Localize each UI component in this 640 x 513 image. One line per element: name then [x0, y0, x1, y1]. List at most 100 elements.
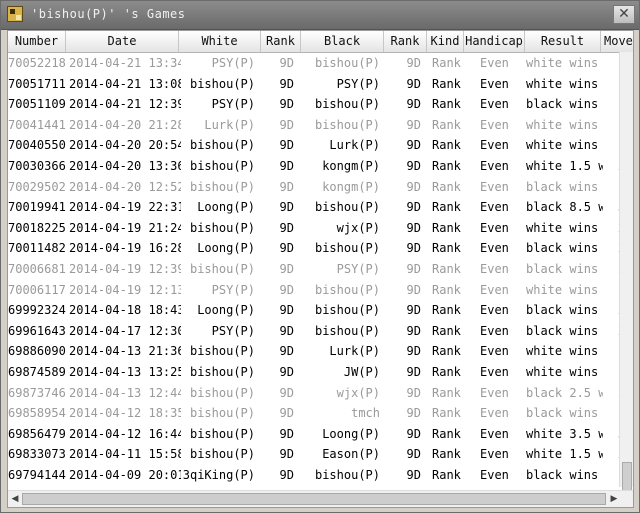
- cell-date: 2014-04-12 18:35: [69, 406, 181, 421]
- cell-white-rank: 9D: [279, 262, 294, 276]
- cell-white-rank: 9D: [279, 406, 294, 421]
- column-header-number[interactable]: Number: [8, 31, 66, 52]
- cell-number: 69833073: [8, 447, 66, 462]
- cell-number: 69992324: [8, 303, 66, 318]
- cell-date: 2014-04-20 21:28: [69, 117, 181, 132]
- cell-black-rank: 9D: [406, 344, 421, 359]
- cell-handicap: Even: [480, 117, 509, 132]
- cell-date: 2014-04-17 12:30: [69, 323, 181, 338]
- cell-kind: Rank: [432, 406, 461, 421]
- table-row[interactable]: 70051711 2014-04-21 13:08 bishou(P) 9D PSY(P…: [8, 74, 633, 95]
- column-header-kind[interactable]: Kind: [427, 31, 464, 52]
- cell-white: bishou(P): [189, 406, 255, 421]
- table-row[interactable]: 69858954 2014-04-12 18:35 bishou(P) 9D tmch 9…: [8, 403, 633, 424]
- cell-black: bishou(P): [314, 241, 380, 256]
- cell-result: white wins: [526, 117, 599, 132]
- cell-number: 70018225: [8, 220, 66, 235]
- cell-kind: Rank: [432, 117, 461, 132]
- cell-result: white wins: [526, 220, 599, 235]
- table-row[interactable]: 69992324 2014-04-18 18:43 Loong(P) 9D bishou…: [8, 300, 633, 321]
- table-row[interactable]: 70006117 2014-04-19 12:13 PSY(P) 9D bishou(P…: [8, 280, 633, 301]
- cell-white: PSY(P): [211, 282, 255, 297]
- scroll-right-arrow-icon[interactable]: ▶: [608, 493, 620, 505]
- column-header-handicap[interactable]: Handicap: [464, 31, 525, 52]
- cell-white: bishou(P): [189, 138, 255, 153]
- cell-white: bishou(P): [189, 344, 255, 359]
- table-row[interactable]: 70030366 2014-04-20 13:36 bishou(P) 9D kongm…: [8, 156, 633, 177]
- cell-black: JW(P): [343, 365, 380, 379]
- table-row[interactable]: 70052218 2014-04-21 13:34 PSY(P) 9D bishou(P…: [8, 53, 633, 74]
- scroll-left-arrow-icon[interactable]: ◀: [9, 493, 21, 505]
- horizontal-scroll-thumb[interactable]: [22, 493, 606, 505]
- column-header-black-rank[interactable]: Rank: [384, 31, 427, 52]
- cell-handicap: Even: [480, 97, 509, 112]
- title-bar[interactable]: 'bishou(P)' 's Games ✕: [1, 1, 639, 30]
- cell-black-rank: 9D: [406, 468, 421, 482]
- cell-number: 69858954: [8, 406, 66, 421]
- table-row[interactable]: 69856479 2014-04-12 16:44 bishou(P) 9D Loong…: [8, 424, 633, 445]
- table-row[interactable]: 70011482 2014-04-19 16:28 Loong(P) 9D bishou…: [8, 238, 633, 259]
- cell-handicap: Even: [480, 406, 509, 421]
- column-header-white[interactable]: White: [179, 31, 261, 52]
- cell-black-rank: 9D: [406, 76, 421, 91]
- cell-number: 70006681: [8, 262, 66, 276]
- table-row[interactable]: 69874589 2014-04-13 13:25 bishou(P) 9D JW(P)…: [8, 362, 633, 383]
- table-row[interactable]: 69794144 2014-04-09 20:01 3qiKing(P) 9D bish…: [8, 465, 633, 486]
- table-row[interactable]: 70018225 2014-04-19 21:24 bishou(P) 9D wjx(P…: [8, 218, 633, 239]
- cell-date: 2014-04-12 16:44: [69, 426, 181, 441]
- cell-white: 3qiKing(P): [182, 468, 255, 482]
- cell-date: 2014-04-19 21:24: [69, 220, 181, 235]
- cell-white-rank: 9D: [279, 344, 294, 359]
- cell-black-rank: 9D: [406, 385, 421, 400]
- cell-result: black wins: [526, 406, 599, 421]
- table-row[interactable]: 69961643 2014-04-17 12:30 PSY(P) 9D bishou(P…: [8, 321, 633, 342]
- column-header-result[interactable]: Result: [525, 31, 601, 52]
- cell-handicap: Even: [480, 385, 509, 400]
- cell-handicap: Even: [480, 241, 509, 256]
- table-row[interactable]: 70029502 2014-04-20 12:52 bishou(P) 9D kongm…: [8, 177, 633, 198]
- cell-black-rank: 9D: [406, 303, 421, 318]
- vertical-scrollbar[interactable]: [619, 52, 633, 502]
- table-row[interactable]: 69886090 2014-04-13 21:36 bishou(P) 9D Lurk(…: [8, 341, 633, 362]
- cell-white: Loong(P): [197, 303, 255, 318]
- cell-white-rank: 9D: [279, 97, 294, 112]
- table-row[interactable]: 69873746 2014-04-13 12:44 bishou(P) 9D wjx(P…: [8, 383, 633, 404]
- cell-white: bishou(P): [189, 179, 255, 194]
- cell-white-rank: 9D: [279, 200, 294, 215]
- cell-date: 2014-04-21 12:39: [69, 97, 181, 112]
- cell-handicap: Even: [480, 56, 509, 70]
- cell-white-rank: 9D: [279, 426, 294, 441]
- table-row[interactable]: 70041441 2014-04-20 21:28 Lurk(P) 9D bishou(…: [8, 115, 633, 136]
- table-row[interactable]: 69833073 2014-04-11 15:58 bishou(P) 9D Eason…: [8, 444, 633, 465]
- table-row[interactable]: 70019941 2014-04-19 22:31 Loong(P) 9D bishou…: [8, 197, 633, 218]
- column-header-white-rank[interactable]: Rank: [261, 31, 301, 52]
- cell-white: bishou(P): [189, 220, 255, 235]
- cell-date: 2014-04-19 12:39: [69, 262, 181, 276]
- column-header-date[interactable]: Date: [66, 31, 179, 52]
- cell-kind: Rank: [432, 220, 461, 235]
- cell-white-rank: 9D: [279, 117, 294, 132]
- cell-date: 2014-04-11 15:58: [69, 447, 181, 462]
- column-header-moves[interactable]: Moves: [601, 31, 633, 52]
- cell-kind: Rank: [432, 468, 461, 482]
- cell-black: bishou(P): [314, 323, 380, 338]
- table-row[interactable]: 70006681 2014-04-19 12:39 bishou(P) 9D PSY(P…: [8, 259, 633, 280]
- cell-black: PSY(P): [336, 262, 380, 276]
- column-header-black[interactable]: Black: [301, 31, 384, 52]
- cell-white-rank: 9D: [279, 365, 294, 379]
- cell-date: 2014-04-09 20:01: [69, 468, 181, 482]
- cell-result: black wins: [526, 323, 599, 338]
- cell-number: 70052218: [8, 56, 66, 70]
- cell-handicap: Even: [480, 282, 509, 297]
- cell-date: 2014-04-13 13:25: [69, 365, 181, 379]
- cell-result: black wins: [526, 97, 599, 112]
- table-row[interactable]: 70051109 2014-04-21 12:39 PSY(P) 9D bishou(P…: [8, 94, 633, 115]
- cell-black: bishou(P): [314, 200, 380, 215]
- table-row[interactable]: 70040550 2014-04-20 20:54 bishou(P) 9D Lurk(…: [8, 135, 633, 156]
- cell-date: 2014-04-13 12:44: [69, 385, 181, 400]
- cell-result: white wins: [526, 344, 599, 359]
- horizontal-scrollbar[interactable]: ◀ ▶: [8, 490, 633, 507]
- close-button[interactable]: ✕: [613, 5, 635, 24]
- cell-white: bishou(P): [189, 262, 255, 276]
- cell-date: 2014-04-20 13:36: [69, 159, 181, 173]
